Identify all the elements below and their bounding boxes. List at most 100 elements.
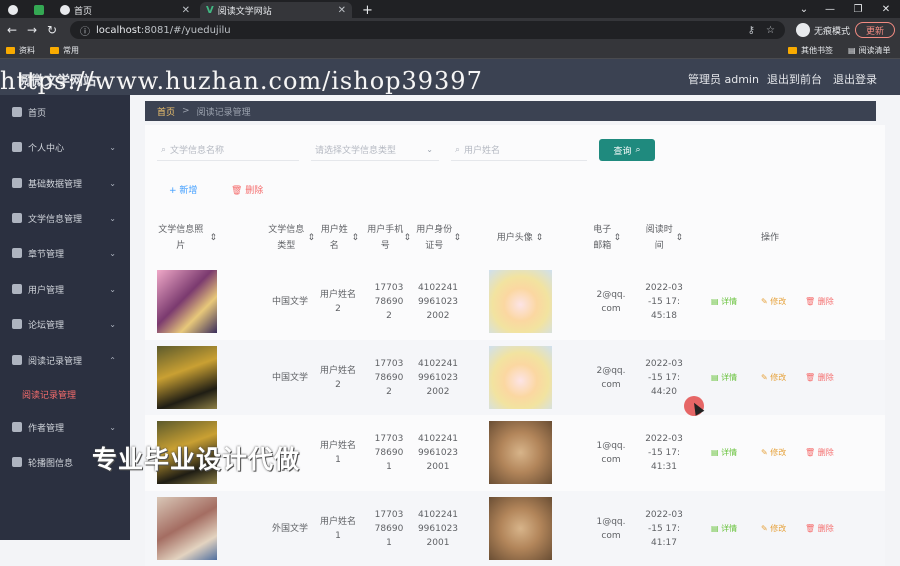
reading-list[interactable]: ▤ 阅读清单	[848, 44, 891, 57]
url-input[interactable]: ⓘ localhost :8081/#/yuedujilu ⚷ ☆	[70, 21, 785, 39]
document-icon: ▤	[711, 297, 722, 306]
sort-icon: ⇕	[209, 233, 217, 243]
new-tab-button[interactable]: +	[356, 2, 376, 18]
chevron-down-icon: ⌄	[109, 178, 116, 188]
cell-image	[157, 340, 217, 415]
chevron-down-icon: ⌄	[109, 284, 116, 294]
bookmark-folder[interactable]: 资料	[6, 44, 35, 57]
cell-phone: 17703 78690 2	[374, 358, 404, 397]
batch-delete-button[interactable]: 🗑 删除	[231, 183, 263, 196]
user-name-input[interactable]: ⌕ 用户姓名	[451, 139, 587, 161]
delete-row-button[interactable]: 🗑 删除	[805, 523, 834, 534]
cell-phone: 17703 78690 2	[374, 282, 404, 321]
query-button[interactable]: 查询 ⌕	[599, 139, 655, 161]
op-label: 修改	[770, 524, 787, 533]
breadcrumb-home[interactable]: 首页	[157, 105, 175, 118]
edit-button[interactable]: ✎ 修改	[761, 447, 786, 458]
add-button[interactable]: + 新增	[169, 183, 197, 196]
cell-image	[488, 340, 552, 415]
detail-button[interactable]: ▤ 详情	[711, 296, 737, 307]
tab-home[interactable]: 首页 ✕	[54, 2, 196, 18]
breadcrumb: 首页 > 阅读记录管理	[145, 101, 876, 121]
sidebar-item-forum[interactable]: 论坛管理 ⌄	[0, 307, 130, 341]
sidebar-item-home[interactable]: 首页	[0, 95, 130, 129]
cell-image	[157, 264, 217, 339]
th-avatar[interactable]: 用户头像 ⇕	[485, 217, 555, 259]
search-icon: ⌕	[161, 144, 167, 155]
green-app-icon	[34, 5, 44, 15]
close-icon[interactable]: ✕	[182, 5, 190, 16]
table-row[interactable]: 中国文学 用户姓名 2 17703 78690 2 4102241 9961023 2…	[145, 340, 885, 415]
delete-row-button[interactable]: 🗑 删除	[805, 447, 834, 458]
detail-button[interactable]: ▤ 详情	[711, 447, 737, 458]
detail-button[interactable]: ▤ 详情	[711, 523, 737, 534]
th-cover[interactable]: 文学信息照片 ⇕	[155, 217, 217, 259]
delete-row-button[interactable]: 🗑 删除	[805, 296, 834, 307]
user-avatar	[488, 497, 552, 560]
plus-icon: +	[169, 186, 180, 196]
op-label: 详情	[721, 448, 738, 457]
logout-link[interactable]: 退出登录	[833, 71, 877, 87]
table-row[interactable]: 中国文学 用户姓名 2 17703 78690 2 4102241 9961023 2…	[145, 264, 885, 339]
star-icon[interactable]: ☆	[766, 25, 775, 36]
sidebar-item-label: 论坛管理	[28, 320, 65, 331]
table-row[interactable]: 外国文学 用户姓名 1 17703 78690 1 4102241 9961023 2…	[145, 491, 885, 566]
delete-row-button[interactable]: 🗑 删除	[805, 372, 834, 383]
bookmark-label: 阅读清单	[858, 46, 891, 55]
tab-1[interactable]	[2, 2, 26, 18]
op-label: 详情	[721, 373, 738, 382]
th-phone[interactable]: 用户手机号 ⇕	[367, 217, 411, 259]
sidebar-item-base-data[interactable]: 基础数据管理 ⌄	[0, 166, 130, 200]
th-label: 用户手机号	[367, 225, 404, 251]
restore-icon[interactable]: ❐	[844, 0, 872, 18]
edit-button[interactable]: ✎ 修改	[761, 372, 786, 383]
breadcrumb-separator: >	[182, 106, 190, 116]
close-icon[interactable]: ✕	[338, 5, 346, 16]
user-name-placeholder: 用户姓名	[464, 146, 501, 156]
edit-button[interactable]: ✎ 修改	[761, 296, 786, 307]
sidebar-item-profile[interactable]: 个人中心 ⌄	[0, 130, 130, 164]
literature-type-select[interactable]: 请选择文学信息类型 ⌄	[311, 139, 439, 161]
th-email[interactable]: 电子邮箱 ⇕	[591, 217, 621, 259]
trash-icon: 🗑	[805, 524, 818, 533]
literature-cover-image	[157, 270, 217, 333]
minimize-icon[interactable]: —	[816, 0, 844, 18]
back-to-front-link[interactable]: 退出到前台	[767, 71, 822, 87]
th-idcard[interactable]: 用户身份证号 ⇕	[415, 217, 461, 259]
op-label: 删除	[817, 448, 834, 457]
chevron-up-icon: ⌃	[109, 355, 116, 365]
reload-icon[interactable]: ↻	[44, 22, 60, 38]
literature-name-input[interactable]: ⌕ 文学信息名称	[157, 139, 299, 161]
window-close-icon[interactable]: ✕	[872, 0, 900, 18]
detail-button[interactable]: ▤ 详情	[711, 372, 737, 383]
cell-time: 2022-03 -15 17: 41:17	[645, 509, 683, 548]
chevron-down-icon: ⌄	[109, 248, 116, 258]
edit-button[interactable]: ✎ 修改	[761, 523, 786, 534]
reading-list-icon: ▤	[848, 46, 856, 55]
bookmark-folder[interactable]: 常用	[50, 44, 79, 57]
bookmark-folder[interactable]: 其他书签	[788, 44, 833, 57]
th-label: 用户姓名	[320, 225, 348, 251]
update-button[interactable]: 更新	[855, 22, 895, 38]
th-time[interactable]: 阅读时间 ⇕	[643, 217, 683, 259]
sidebar-item-chapters[interactable]: 章节管理 ⌄	[0, 236, 130, 270]
sidebar-item-reading-records[interactable]: 阅读记录管理 ⌃	[0, 343, 130, 377]
sidebar-item-label: 个人中心	[28, 143, 65, 154]
th-type[interactable]: 文学信息类型 ⇕	[265, 217, 315, 259]
sidebar-subitem-reading-records[interactable]: 阅读记录管理	[22, 388, 76, 401]
back-icon[interactable]: ←	[4, 22, 20, 38]
sidebar-item-users[interactable]: 用户管理 ⌄	[0, 272, 130, 306]
tab-active-title: 阅读文学网站	[217, 6, 272, 17]
th-user[interactable]: 用户姓名 ⇕	[317, 217, 359, 259]
sidebar-item-literature[interactable]: 文学信息管理 ⌄	[0, 201, 130, 235]
tab-active[interactable]: V 阅读文学网站 ✕	[200, 2, 352, 18]
sidebar-item-authors[interactable]: 作者管理 ⌄	[0, 410, 130, 444]
forward-icon[interactable]: →	[24, 22, 40, 38]
user-icon	[12, 142, 22, 152]
cell-idcard: 4102241 9961023 2001	[417, 509, 459, 548]
tab-search-icon[interactable]: ⌄	[790, 0, 818, 18]
key-icon[interactable]: ⚷	[748, 25, 755, 36]
tab-2[interactable]	[28, 2, 52, 18]
incognito-indicator[interactable]: 无痕模式	[796, 22, 850, 38]
cell-email: 1@qq. com	[596, 516, 626, 541]
